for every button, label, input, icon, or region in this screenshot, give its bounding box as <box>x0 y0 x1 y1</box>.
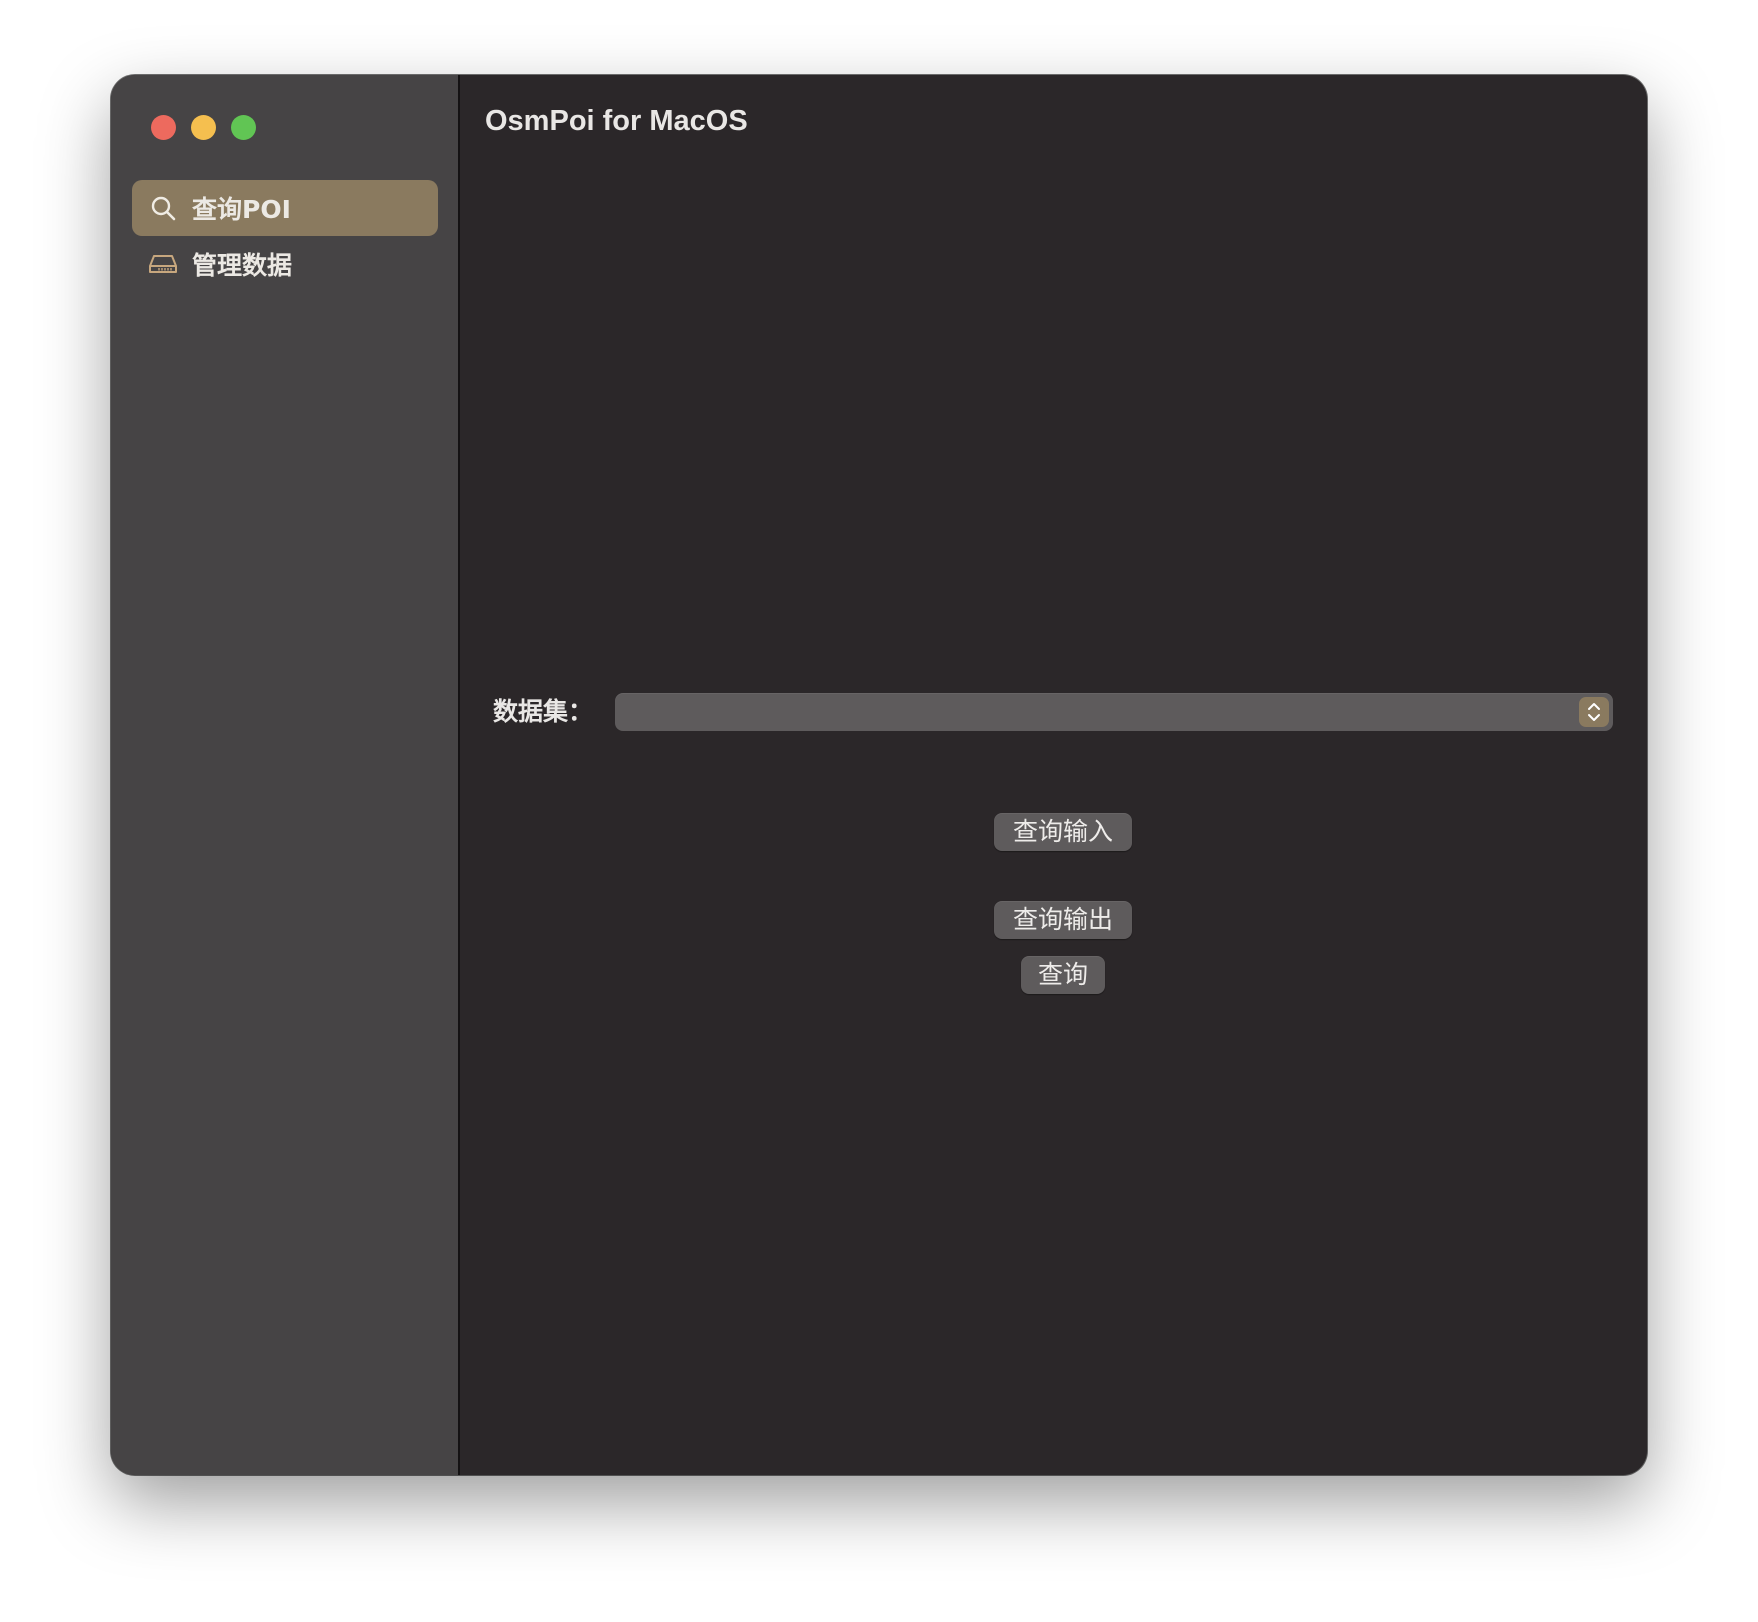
app-window: 查询POI 管理数据 OsmPoi for MacOS 数据集： 查询输入 查询… <box>111 75 1647 1475</box>
dataset-select[interactable] <box>615 693 1613 731</box>
sidebar-item-query-poi[interactable]: 查询POI <box>132 180 438 236</box>
drive-icon <box>148 249 178 279</box>
sidebar-item-label: 管理数据 <box>192 251 293 280</box>
close-button[interactable] <box>151 115 176 140</box>
sidebar-item-label: 查询POI <box>192 195 291 224</box>
sidebar: 查询POI 管理数据 <box>111 75 460 1475</box>
dataset-label: 数据集： <box>493 697 594 726</box>
window-title: OsmPoi for MacOS <box>485 105 748 137</box>
query-input-button[interactable]: 查询输入 <box>994 813 1132 851</box>
main-content: OsmPoi for MacOS 数据集： 查询输入 查询输出 查询 <box>460 75 1647 1475</box>
search-icon <box>148 193 178 223</box>
query-output-button[interactable]: 查询输出 <box>994 901 1132 939</box>
query-button[interactable]: 查询 <box>1021 956 1105 994</box>
minimize-button[interactable] <box>191 115 216 140</box>
zoom-button[interactable] <box>231 115 256 140</box>
sidebar-item-manage-data[interactable]: 管理数据 <box>132 236 438 292</box>
chevron-up-down-icon <box>1579 697 1609 727</box>
